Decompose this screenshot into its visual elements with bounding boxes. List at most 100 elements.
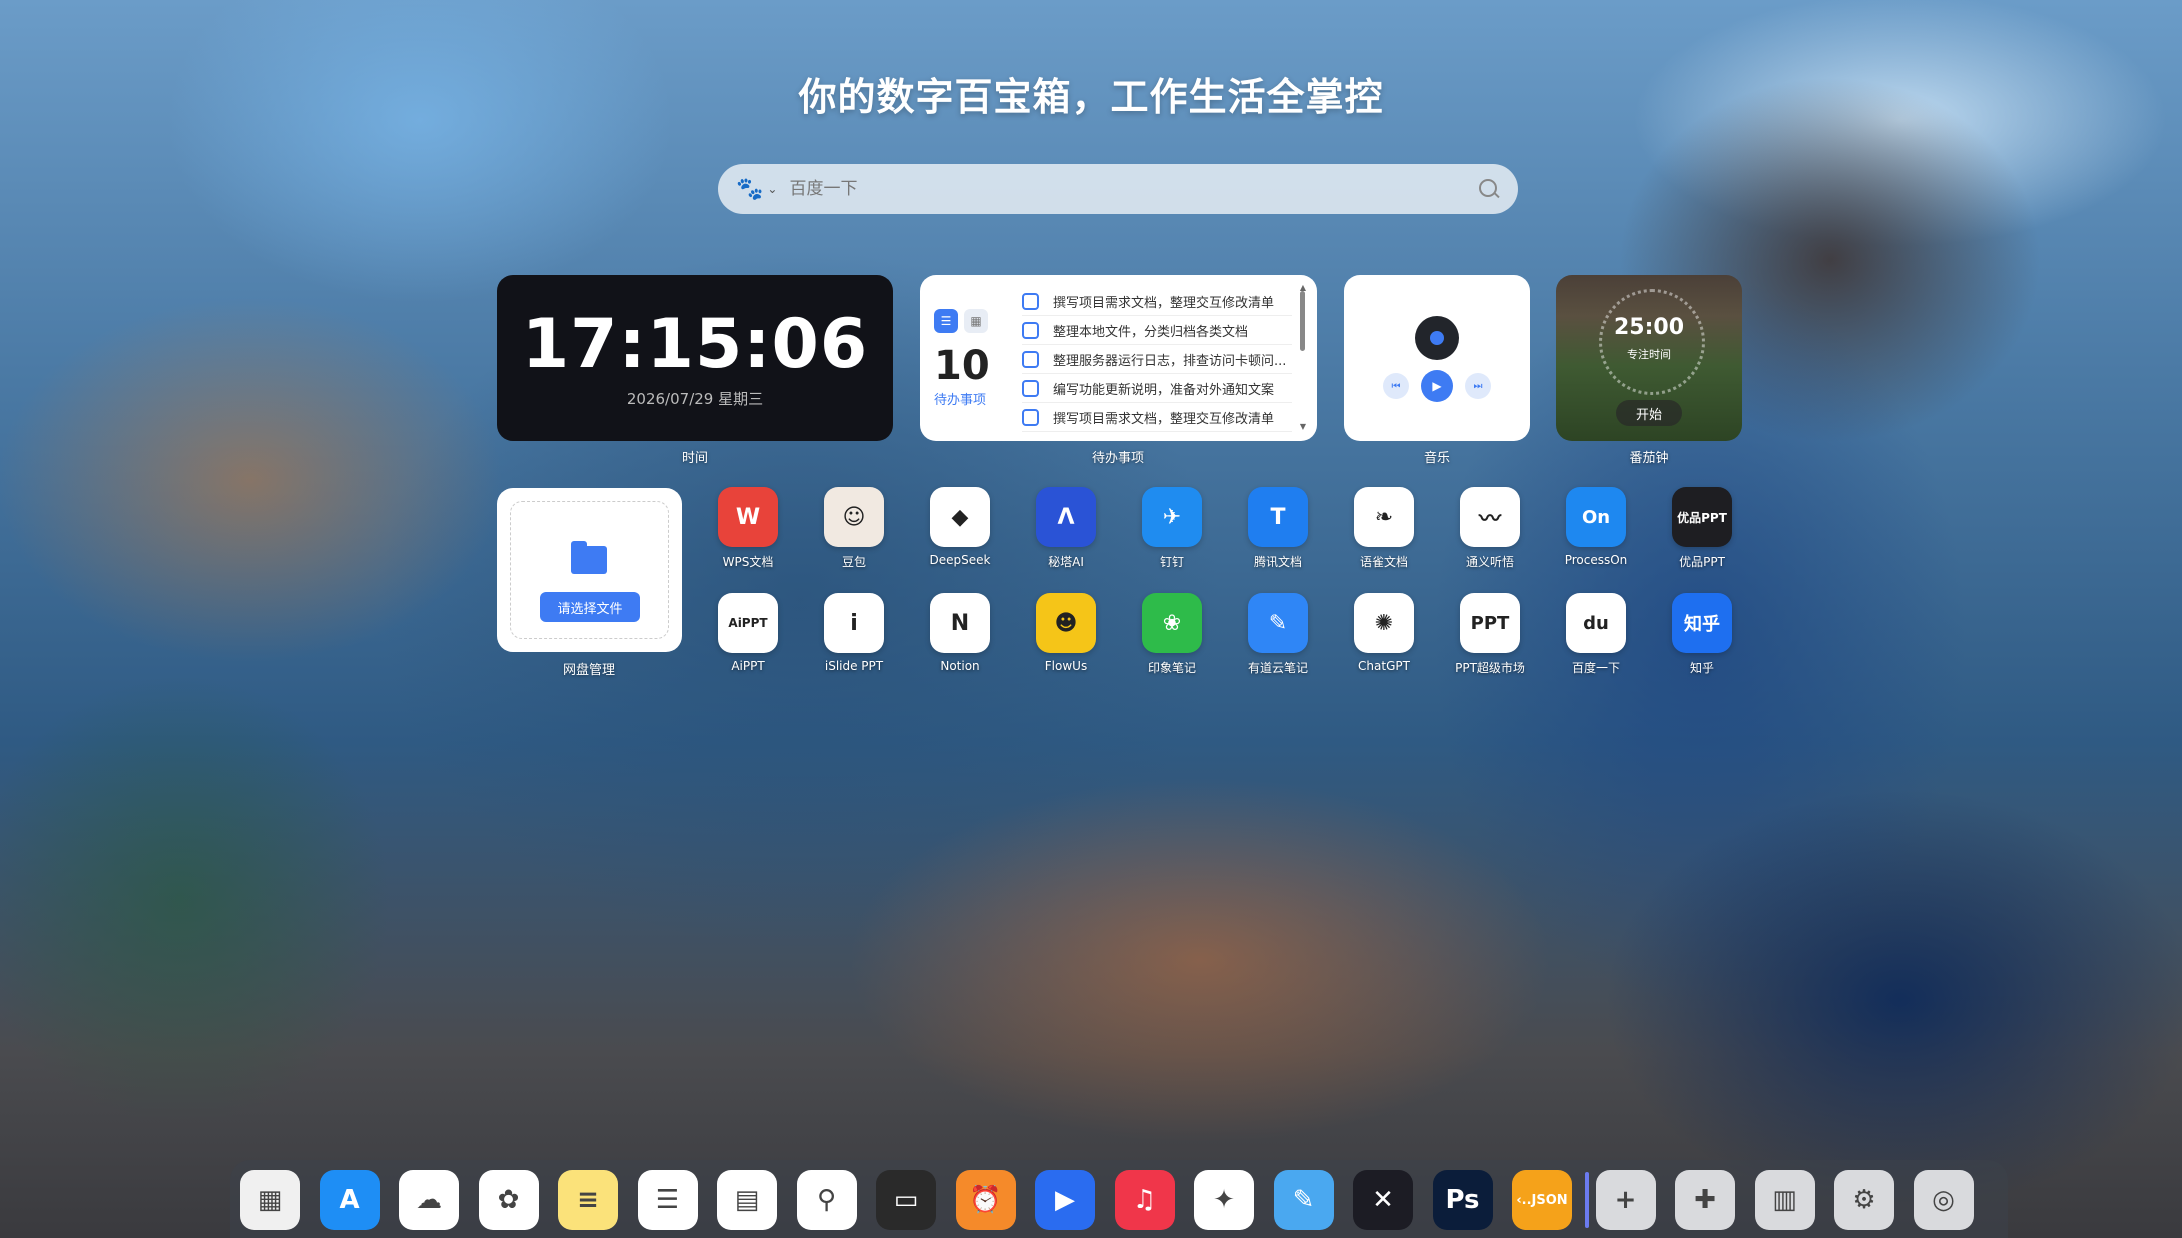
app-icon: ✺	[1354, 593, 1414, 653]
app-icon: On	[1566, 487, 1626, 547]
safari-icon[interactable]: ✦	[1194, 1170, 1254, 1230]
photos-icon[interactable]: ✿	[478, 1170, 539, 1230]
calendar-icon[interactable]: ▤	[717, 1170, 777, 1230]
baidu-paw-icon: 🐾	[736, 176, 764, 202]
json-icon[interactable]: ‹..JSON	[1512, 1170, 1572, 1230]
todo-scrollbar[interactable]	[1300, 291, 1305, 351]
search-icon[interactable]	[1478, 178, 1500, 200]
previous-track-icon[interactable]: ⏮	[1383, 373, 1409, 399]
app-label: 知乎	[1689, 661, 1714, 675]
app-label: ProcessOn	[1564, 553, 1628, 567]
app-icon: ✈	[1142, 487, 1202, 547]
notes-icon[interactable]: ≡	[558, 1170, 618, 1230]
search-bar[interactable]: 🐾 ⌄	[718, 164, 1518, 214]
next-track-icon[interactable]: ⏭	[1465, 373, 1491, 399]
todo-item[interactable]: 整理服务器运行日志，排查访问卡顿问...	[1022, 345, 1292, 374]
app-icon: ✎	[1248, 593, 1308, 653]
app-tile[interactable]: 〰通义听悟	[1450, 487, 1530, 570]
app-tile[interactable]: AiPPT AiPPT	[708, 593, 788, 673]
app-tile[interactable]: ☻ FlowUs	[1026, 593, 1106, 673]
todo-item[interactable]: 编写功能更新说明，准备对外通知文案	[1022, 374, 1292, 403]
play-icon[interactable]: ▶	[1421, 370, 1453, 402]
app-tile[interactable]: 知乎 知乎	[1662, 593, 1742, 676]
app-tile[interactable]: ❧ 语雀文档	[1344, 487, 1424, 570]
checkbox[interactable]	[1022, 321, 1039, 339]
app-tile[interactable]: T 腾讯文档	[1238, 487, 1318, 570]
app-label: PPT超级市场	[1455, 661, 1525, 675]
scroll-down-icon[interactable]: ▼	[1300, 422, 1306, 431]
search-input[interactable]	[787, 178, 1478, 200]
app-label: 语雀文档	[1359, 555, 1408, 569]
app-label: AiPPT	[731, 659, 765, 673]
app-tile[interactable]: ✺ ChatGPT	[1344, 593, 1424, 673]
todo-item[interactable]: 整理本地文件，分类归档各类文档	[1022, 316, 1292, 345]
puzzle-icon[interactable]: ✚	[1675, 1170, 1735, 1230]
app-tile[interactable]: ◆ DeepSeek	[920, 487, 1000, 567]
app-icon: W	[718, 487, 778, 547]
checkbox[interactable]	[1022, 408, 1039, 426]
app-label: WPS文档	[722, 555, 774, 569]
app-tile[interactable]: W WPS文档	[708, 487, 788, 570]
add-icon[interactable]: +	[1595, 1170, 1656, 1230]
timer-ring	[1599, 289, 1705, 395]
app-label: ChatGPT	[1358, 659, 1410, 673]
network-icon[interactable]: ✕	[1353, 1170, 1413, 1230]
app-label: 腾讯文档	[1253, 555, 1302, 569]
folder-icon	[571, 541, 607, 574]
disk-widget: 请选择文件	[497, 488, 682, 652]
grid-view-icon[interactable]: ▦	[964, 309, 988, 333]
checkbox[interactable]	[1022, 379, 1039, 397]
list-view-icon[interactable]: ☰	[934, 309, 958, 333]
todo-widget-label: 待办事项	[1091, 451, 1144, 466]
app-tile[interactable]: i iSlide PPT	[814, 593, 894, 673]
maps-icon[interactable]: ⚲	[796, 1170, 857, 1230]
pomodoro-time: 25:00	[1613, 315, 1685, 340]
app-tile[interactable]: ☺ 豆包	[814, 487, 894, 570]
wallet-icon[interactable]: ▭	[876, 1170, 936, 1230]
checkbox[interactable]	[1022, 350, 1039, 368]
app-tile[interactable]: 优品PPT 优品PPT	[1662, 487, 1742, 570]
todo-item[interactable]: 撰写项目需求文档，整理交互修改清单	[1022, 403, 1292, 432]
pomodoro-start-button[interactable]: 开始	[1616, 400, 1682, 426]
clock-date: 2026/07/29 星期三	[626, 390, 764, 408]
player-icon[interactable]: ▶	[1035, 1170, 1095, 1230]
app-tile[interactable]: du 百度一下	[1556, 593, 1636, 676]
disk-widget-label: 网盘管理	[562, 663, 615, 678]
app-label: 有道云笔记	[1247, 661, 1308, 675]
clock-icon[interactable]: ⏰	[955, 1170, 1016, 1230]
music-icon[interactable]: ♫	[1114, 1170, 1175, 1230]
app-label: 秘塔AI	[1048, 555, 1084, 569]
app-label: FlowUs	[1044, 659, 1088, 673]
dock-separator	[1585, 1172, 1589, 1228]
app-tile[interactable]: ✈ 钉钉	[1132, 487, 1212, 570]
icloud-icon[interactable]: ☁	[399, 1170, 459, 1230]
app-tile[interactable]: N Notion	[920, 593, 1000, 673]
pencil-icon[interactable]: ✎	[1273, 1170, 1334, 1230]
launchpad-icon[interactable]: ▦	[240, 1170, 300, 1230]
system-settings-icon[interactable]: ◎	[1913, 1170, 1974, 1230]
settings-gear-icon[interactable]: ⚙	[1834, 1170, 1894, 1230]
todo-count-label: 待办事项	[934, 393, 987, 408]
brush-icon[interactable]: ▥	[1754, 1170, 1815, 1230]
todo-widget: ☰ ▦ 10 待办事项 撰写项目需求文档，整理交互修改清单 整理本地文件，分类归…	[920, 275, 1317, 441]
app-tile[interactable]: PPT PPT超级市场	[1450, 593, 1530, 676]
app-label: 印象笔记	[1147, 661, 1196, 675]
clock-widget: 17:15:06 2026/07/29 星期三	[497, 275, 893, 441]
checkbox[interactable]	[1022, 292, 1039, 310]
todo-item[interactable]: 撰写项目需求文档，整理交互修改清单	[1022, 287, 1292, 316]
choose-file-button[interactable]: 请选择文件	[540, 592, 640, 622]
app-tile[interactable]: ✎ 有道云笔记	[1238, 593, 1318, 676]
app-tile[interactable]: On ProcessOn	[1556, 487, 1636, 567]
app-icon: 〰	[1460, 487, 1520, 547]
photoshop-icon[interactable]: Ps	[1432, 1170, 1493, 1230]
clock-widget-label: 时间	[681, 451, 708, 466]
app-tile[interactable]: ❀ 印象笔记	[1132, 593, 1212, 676]
app-icon: PPT	[1460, 593, 1520, 653]
reminders-icon[interactable]: ☰	[637, 1170, 698, 1230]
app-store-icon[interactable]: A	[319, 1170, 380, 1230]
clock-time: 17:15:06	[521, 305, 869, 384]
app-tile[interactable]: Λ 秘塔AI	[1026, 487, 1106, 570]
search-engine-selector[interactable]: 🐾 ⌄	[736, 177, 777, 202]
app-icon: AiPPT	[718, 593, 778, 653]
app-label: iSlide PPT	[824, 659, 884, 673]
